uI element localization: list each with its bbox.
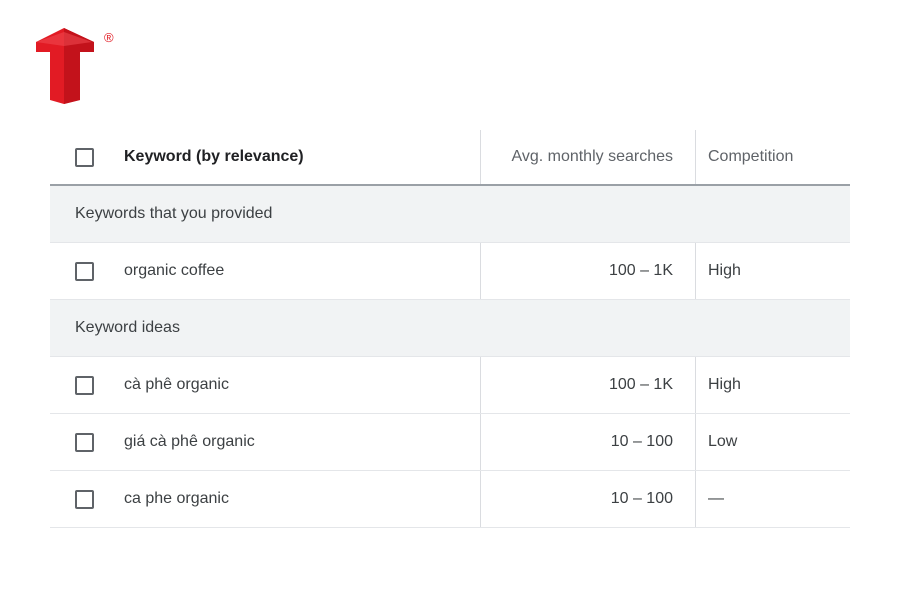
brand-logo: ® xyxy=(34,28,116,104)
group-row-provided: Keywords that you provided xyxy=(50,186,850,243)
column-header-competition[interactable]: Competition xyxy=(695,130,850,184)
column-header-keyword[interactable]: Keyword (by relevance) xyxy=(124,130,480,184)
group-label: Keywords that you provided xyxy=(75,205,273,222)
avg-searches-cell: 10 – 100 xyxy=(480,414,695,470)
row-checkbox[interactable] xyxy=(75,375,94,395)
keyword-cell: organic coffee xyxy=(124,262,225,279)
keyword-table: Keyword (by relevance) Avg. monthly sear… xyxy=(50,130,850,528)
keyword-cell: ca phe organic xyxy=(124,490,229,507)
table-header: Keyword (by relevance) Avg. monthly sear… xyxy=(50,130,850,186)
table-row: cà phê organic 100 – 1K High xyxy=(50,357,850,414)
column-header-avg-monthly-searches[interactable]: Avg. monthly searches xyxy=(480,130,695,184)
row-checkbox[interactable] xyxy=(75,489,94,509)
table-row: ca phe organic 10 – 100 — xyxy=(50,471,850,528)
registered-mark: ® xyxy=(104,30,114,45)
competition-cell: High xyxy=(695,357,850,413)
keyword-cell: giá cà phê organic xyxy=(124,433,255,450)
avg-searches-cell: 10 – 100 xyxy=(480,471,695,527)
select-all-checkbox[interactable] xyxy=(75,147,94,167)
keyword-cell: cà phê organic xyxy=(124,376,229,393)
avg-searches-cell: 100 – 1K xyxy=(480,357,695,413)
competition-cell: Low xyxy=(695,414,850,470)
avg-searches-cell: 100 – 1K xyxy=(480,243,695,299)
red-t-logo-icon: ® xyxy=(36,28,114,104)
group-row-ideas: Keyword ideas xyxy=(50,300,850,357)
table-row: organic coffee 100 – 1K High xyxy=(50,243,850,300)
table-row: giá cà phê organic 10 – 100 Low xyxy=(50,414,850,471)
group-label: Keyword ideas xyxy=(75,319,180,336)
competition-cell: — xyxy=(695,471,850,527)
competition-cell: High xyxy=(695,243,850,299)
row-checkbox[interactable] xyxy=(75,432,94,452)
row-checkbox[interactable] xyxy=(75,261,94,281)
